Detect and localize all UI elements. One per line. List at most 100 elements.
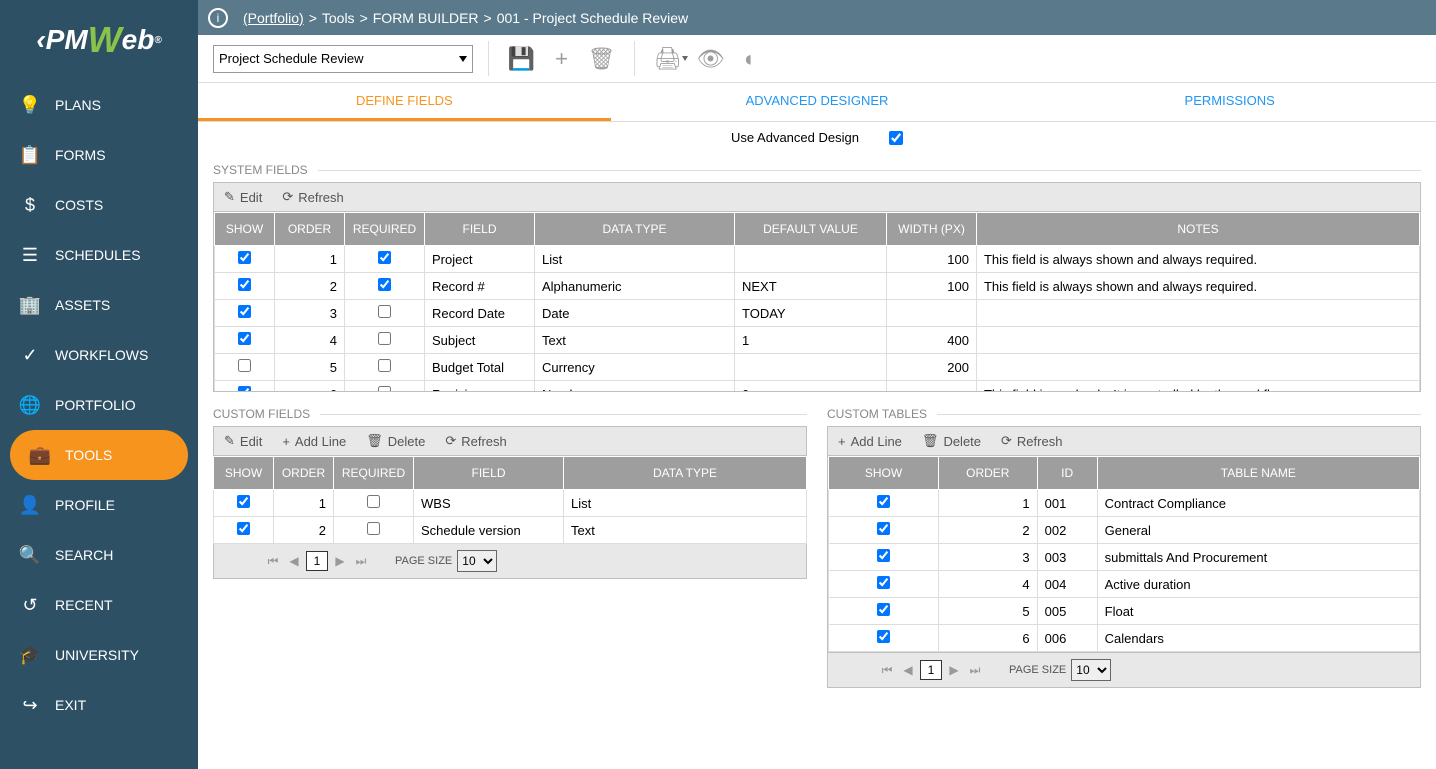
column-header[interactable]: DATA TYPE — [564, 457, 807, 490]
column-header[interactable]: ORDER — [275, 213, 345, 246]
show-checkbox[interactable] — [877, 522, 890, 535]
show-checkbox[interactable] — [238, 305, 251, 318]
show-checkbox[interactable] — [238, 359, 251, 372]
add-button[interactable]: + Add Line — [282, 433, 346, 449]
table-row[interactable]: 6 Revision Number 0 This field is read-o… — [215, 381, 1420, 393]
table-row[interactable]: 4 004 Active duration — [829, 571, 1420, 598]
required-checkbox[interactable] — [367, 495, 380, 508]
table-row[interactable]: 1 Project List 100 This field is always … — [215, 246, 1420, 273]
use-advanced-checkbox[interactable] — [889, 131, 903, 145]
page-size-select[interactable]: 10 — [1071, 659, 1111, 681]
nav-schedules[interactable]: ☰SCHEDULES — [0, 230, 198, 280]
required-checkbox[interactable] — [367, 522, 380, 535]
delete-button[interactable]: 🗑 Delete — [366, 433, 425, 449]
required-checkbox[interactable] — [378, 332, 391, 345]
show-checkbox[interactable] — [877, 549, 890, 562]
nav-workflows[interactable]: ✓WORKFLOWS — [0, 330, 198, 380]
next-page-icon[interactable]: ▶ — [945, 661, 963, 679]
required-checkbox[interactable] — [378, 278, 391, 291]
nav-tools[interactable]: 💼TOOLS — [10, 430, 188, 480]
edit-button[interactable]: ✎ Edit — [224, 433, 262, 449]
refresh-button[interactable]: ⟳ Refresh — [282, 189, 343, 205]
add-button[interactable]: + Add Line — [838, 433, 902, 449]
page-size-select[interactable]: 10 — [457, 550, 497, 572]
tab-define-fields[interactable]: DEFINE FIELDS — [198, 83, 611, 121]
column-header[interactable]: DATA TYPE — [535, 213, 735, 246]
column-header[interactable]: REQUIRED — [345, 213, 425, 246]
refresh-button[interactable]: ⟳ Refresh — [1001, 433, 1062, 449]
nav-recent[interactable]: ↺RECENT — [0, 580, 198, 630]
nav-portfolio[interactable]: 🌐PORTFOLIO — [0, 380, 198, 430]
show-checkbox[interactable] — [877, 576, 890, 589]
table-row[interactable]: 4 Subject Text 1 400 — [215, 327, 1420, 354]
required-checkbox[interactable] — [378, 386, 391, 392]
column-header[interactable]: ID — [1037, 457, 1097, 490]
show-checkbox[interactable] — [237, 522, 250, 535]
next-page-icon[interactable]: ▶ — [331, 552, 349, 570]
nav-costs[interactable]: $COSTS — [0, 180, 198, 230]
required-checkbox[interactable] — [378, 251, 391, 264]
show-checkbox[interactable] — [238, 251, 251, 264]
nav-profile[interactable]: 👤PROFILE — [0, 480, 198, 530]
required-checkbox[interactable] — [378, 359, 391, 372]
tab-advanced-designer[interactable]: ADVANCED DESIGNER — [611, 83, 1024, 121]
table-row[interactable]: 3 Record Date Date TODAY — [215, 300, 1420, 327]
form-select[interactable]: Project Schedule Review — [213, 45, 473, 73]
page-input[interactable] — [920, 660, 942, 680]
nav-forms[interactable]: 📋FORMS — [0, 130, 198, 180]
table-row[interactable]: 6 006 Calendars — [829, 625, 1420, 652]
first-page-icon[interactable]: ⏮ — [878, 661, 896, 679]
table-row[interactable]: 2 002 General — [829, 517, 1420, 544]
table-row[interactable]: 5 Budget Total Currency 200 — [215, 354, 1420, 381]
delete-button[interactable]: 🗑 Delete — [922, 433, 981, 449]
nav-exit[interactable]: ↪EXIT — [0, 680, 198, 730]
first-page-icon[interactable]: ⏮ — [264, 552, 282, 570]
save-icon[interactable]: 💾 — [504, 41, 539, 76]
show-checkbox[interactable] — [877, 630, 890, 643]
show-checkbox[interactable] — [238, 332, 251, 345]
show-checkbox[interactable] — [238, 278, 251, 291]
nav-search[interactable]: 🔍SEARCH — [0, 530, 198, 580]
required-checkbox[interactable] — [378, 305, 391, 318]
column-header[interactable]: TABLE NAME — [1097, 457, 1419, 490]
refresh-button[interactable]: ⟳ Refresh — [445, 433, 506, 449]
print-icon[interactable]: 🖨 — [650, 41, 685, 76]
table-row[interactable]: 3 003 submittals And Procurement — [829, 544, 1420, 571]
column-header[interactable]: FIELD — [425, 213, 535, 246]
column-header[interactable]: SHOW — [829, 457, 939, 490]
nav-university[interactable]: 🎓UNIVERSITY — [0, 630, 198, 680]
info-icon[interactable]: i — [208, 8, 228, 28]
table-row[interactable]: 5 005 Float — [829, 598, 1420, 625]
last-page-icon[interactable]: ⏭ — [966, 661, 984, 679]
column-header[interactable]: ORDER — [939, 457, 1038, 490]
view-icon[interactable]: 👁 — [693, 41, 728, 76]
last-page-icon[interactable]: ⏭ — [352, 552, 370, 570]
add-icon[interactable]: + — [544, 41, 579, 76]
table-row[interactable]: 1 001 Contract Compliance — [829, 490, 1420, 517]
show-checkbox[interactable] — [238, 386, 251, 392]
prev-page-icon[interactable]: ◀ — [899, 661, 917, 679]
nav-plans[interactable]: 💡PLANS — [0, 80, 198, 130]
table-row[interactable]: 1 WBS List — [214, 490, 807, 517]
show-checkbox[interactable] — [877, 603, 890, 616]
column-header[interactable]: DEFAULT VALUE — [735, 213, 887, 246]
breadcrumb-portfolio[interactable]: (Portfolio) — [243, 10, 304, 26]
nav-assets[interactable]: 🏢ASSETS — [0, 280, 198, 330]
column-header[interactable]: SHOW — [215, 213, 275, 246]
column-header[interactable]: ORDER — [274, 457, 334, 490]
show-checkbox[interactable] — [237, 495, 250, 508]
tab-permissions[interactable]: PERMISSIONS — [1023, 83, 1436, 121]
delete-icon[interactable]: 🗑 — [584, 41, 619, 76]
column-header[interactable]: WIDTH (PX) — [886, 213, 976, 246]
show-checkbox[interactable] — [877, 495, 890, 508]
column-header[interactable]: FIELD — [414, 457, 564, 490]
column-header[interactable]: REQUIRED — [334, 457, 414, 490]
page-input[interactable] — [306, 551, 328, 571]
column-header[interactable]: SHOW — [214, 457, 274, 490]
table-row[interactable]: 2 Record # Alphanumeric NEXT 100 This fi… — [215, 273, 1420, 300]
prev-page-icon[interactable]: ◀ — [285, 552, 303, 570]
column-header[interactable]: NOTES — [976, 213, 1419, 246]
toggle-icon[interactable]: ◐ — [733, 41, 768, 76]
print-dropdown[interactable] — [682, 56, 688, 61]
table-row[interactable]: 2 Schedule version Text — [214, 517, 807, 544]
